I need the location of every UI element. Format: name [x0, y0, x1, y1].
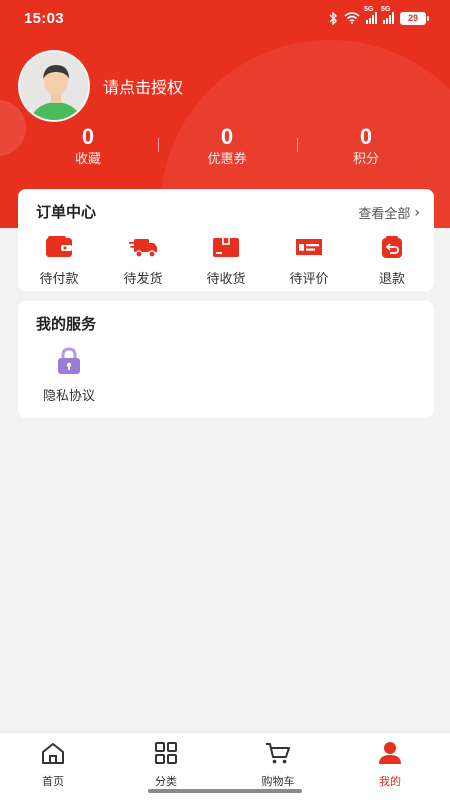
order-item-label: 待收货	[206, 272, 246, 287]
wifi-icon	[344, 12, 360, 24]
home-indicator[interactable]	[148, 789, 302, 793]
order-item-label: 待付款	[39, 272, 79, 287]
tab-cart[interactable]: 购物车	[243, 741, 313, 789]
stat-label: 优惠券	[207, 152, 247, 167]
stat-divider	[158, 138, 159, 152]
my-services-title: 我的服务	[36, 315, 97, 333]
see-all-label: 查看全部	[358, 207, 411, 222]
signal-label: 5G	[364, 6, 374, 13]
avatar[interactable]	[18, 50, 90, 122]
stat-coupons[interactable]: 0 优惠券	[167, 124, 287, 169]
order-pending-payment[interactable]: 待付款	[24, 235, 94, 287]
stat-label: 收藏	[74, 152, 101, 167]
package-box-icon	[213, 238, 239, 257]
order-pending-receipt[interactable]: 待收货	[191, 235, 261, 287]
home-icon	[42, 743, 64, 764]
tab-home[interactable]: 首页	[18, 741, 88, 789]
order-item-label: 待评价	[289, 272, 329, 287]
status-bar: 15:03 5G 5G 29	[0, 0, 450, 36]
phone-screen: 15:03 5G 5G 29 请点击授权 0 收藏 0 优惠券 0 积分 订单中…	[0, 0, 450, 800]
avatar-person-icon	[20, 52, 88, 120]
tab-label: 首页	[42, 775, 64, 788]
stat-divider	[297, 138, 298, 152]
cart-icon	[266, 743, 290, 764]
tab-label: 分类	[155, 775, 177, 788]
stat-points[interactable]: 0 积分	[306, 124, 426, 169]
signal-label: 5G	[381, 6, 391, 13]
stat-label: 积分	[352, 152, 379, 167]
order-pending-shipment[interactable]: 待发货	[108, 235, 178, 287]
delivery-truck-icon	[129, 239, 157, 258]
stat-value: 0	[359, 124, 373, 149]
stats-row: 0 收藏 0 优惠券 0 积分	[0, 124, 450, 174]
login-prompt[interactable]: 请点击授权	[103, 74, 183, 98]
service-item-label: 隐私协议	[42, 389, 95, 404]
tab-categories[interactable]: 分类	[131, 741, 201, 789]
lock-icon	[58, 347, 80, 374]
order-item-label: 待发货	[123, 272, 163, 287]
my-services-card: 我的服务 隐私协议	[18, 301, 434, 418]
chevron-right-icon: ›	[414, 204, 420, 221]
order-item-label: 退款	[378, 272, 405, 287]
system-icons: 5G 5G 29	[328, 6, 429, 25]
stat-value: 0	[220, 124, 234, 149]
order-center-card: 订单中心 查看全部 › 待付款 待发货 待收货 待评价 退款	[18, 189, 434, 291]
cell-signal-icon-1: 5G	[364, 6, 377, 24]
tab-label: 购物车	[261, 775, 295, 788]
stat-favorites[interactable]: 0 收藏	[28, 124, 148, 169]
wallet-icon	[46, 236, 72, 257]
battery-icon: 29	[400, 11, 429, 25]
order-center-title: 订单中心	[36, 203, 97, 221]
stat-value: 0	[81, 124, 95, 149]
review-card-icon	[296, 239, 322, 255]
battery-level: 29	[407, 13, 418, 23]
bluetooth-icon	[329, 11, 337, 25]
cell-signal-icon-2: 5G	[381, 6, 394, 24]
status-time: 15:03	[24, 9, 64, 27]
user-icon	[379, 742, 401, 764]
tab-profile[interactable]: 我的	[355, 741, 425, 789]
order-pending-review[interactable]: 待评价	[274, 235, 344, 287]
refund-icon	[382, 236, 402, 258]
see-all-orders-link[interactable]: 查看全部 ›	[358, 203, 420, 223]
grid-icon	[155, 742, 177, 764]
order-refund[interactable]: 退款	[357, 235, 427, 287]
tab-label: 我的	[379, 775, 401, 788]
service-privacy-agreement[interactable]: 隐私协议	[34, 347, 104, 404]
